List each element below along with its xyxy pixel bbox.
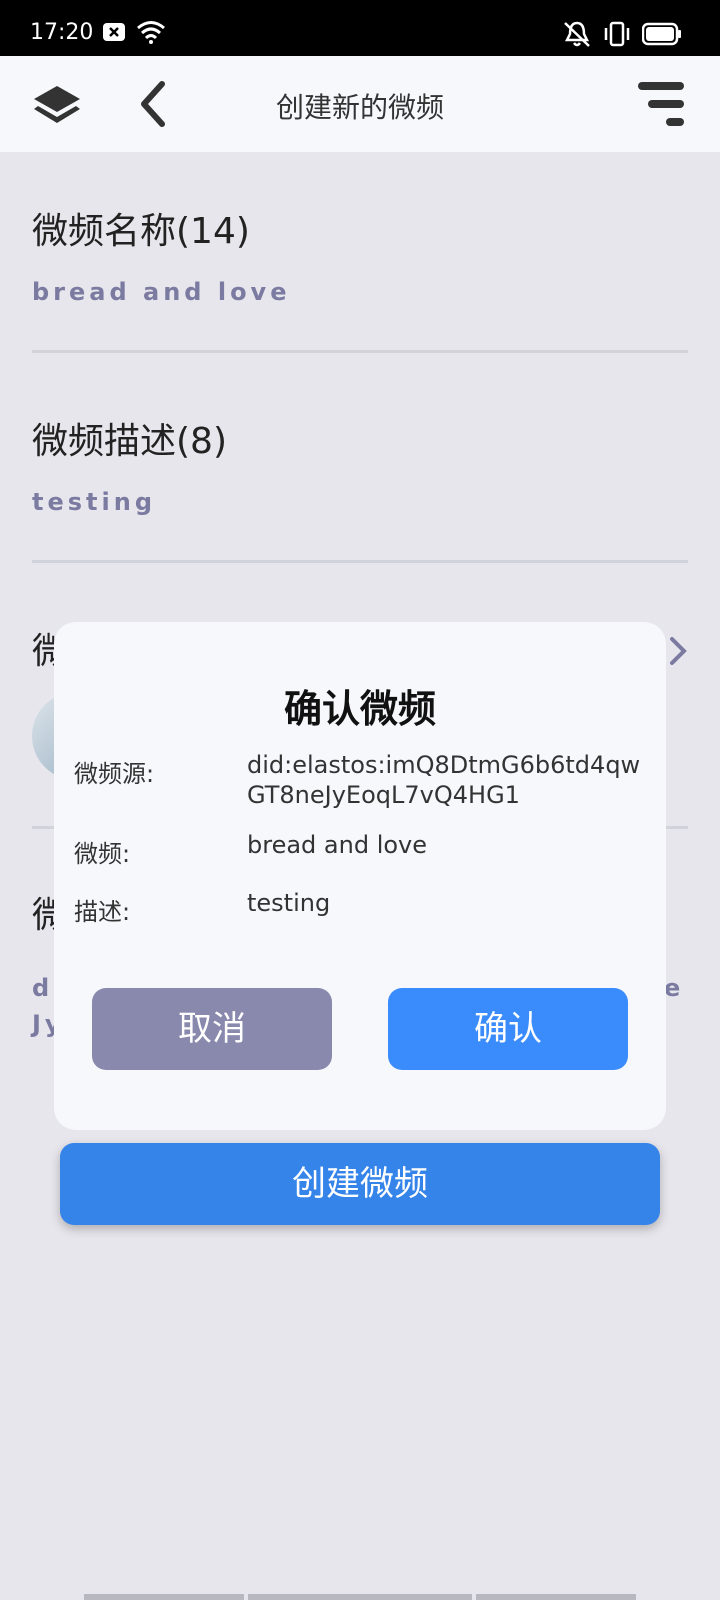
desc-label: 描述: <box>74 898 131 926</box>
channel-desc-value[interactable]: testing <box>32 488 156 516</box>
cancel-button[interactable]: 取消 <box>92 988 332 1070</box>
channel-name-value[interactable]: bread and love <box>32 278 290 306</box>
page-title: 创建新的微频 <box>275 91 444 124</box>
dialog-title: 确认微频 <box>283 687 436 731</box>
desc-value: testing <box>247 889 331 917</box>
create-channel-button[interactable]: 创建微频 <box>60 1143 660 1225</box>
battery-icon <box>641 22 682 50</box>
nav-bar-segment <box>248 1594 472 1600</box>
status-right-icons <box>562 20 682 52</box>
channel-name-label: 微频名称(14) <box>32 211 250 252</box>
status-bar: 17:20 <box>0 0 720 56</box>
wifi-icon <box>136 20 166 48</box>
notification-icon <box>102 22 126 46</box>
channel-did-value-right: e <box>664 974 681 1002</box>
source-label: 微频源: <box>74 760 155 788</box>
channel-value: bread and love <box>247 831 428 859</box>
confirm-button[interactable]: 确认 <box>388 988 628 1070</box>
mute-icon <box>562 20 592 52</box>
divider <box>32 560 688 563</box>
app-header: 创建新的微频 <box>0 56 720 152</box>
chevron-right-icon[interactable] <box>668 636 688 670</box>
channel-label: 微频: <box>74 840 131 868</box>
channel-desc-label: 微频描述(8) <box>32 421 227 462</box>
nav-bar-segment <box>476 1594 636 1600</box>
divider <box>32 350 688 353</box>
vibrate-icon <box>602 20 632 52</box>
nav-bar-segment <box>84 1594 244 1600</box>
confirm-dialog: 确认微频 微频源: did:elastos:imQ8DtmG6b6td4qwGT… <box>54 622 666 1130</box>
menu-icon[interactable] <box>636 80 686 134</box>
source-value: did:elastos:imQ8DtmG6b6td4qwGT8neJyEoqL7… <box>247 751 641 809</box>
status-left-icons <box>102 20 166 48</box>
channel-did-value-line1: d <box>32 974 54 1002</box>
status-time: 17:20 <box>30 20 94 45</box>
